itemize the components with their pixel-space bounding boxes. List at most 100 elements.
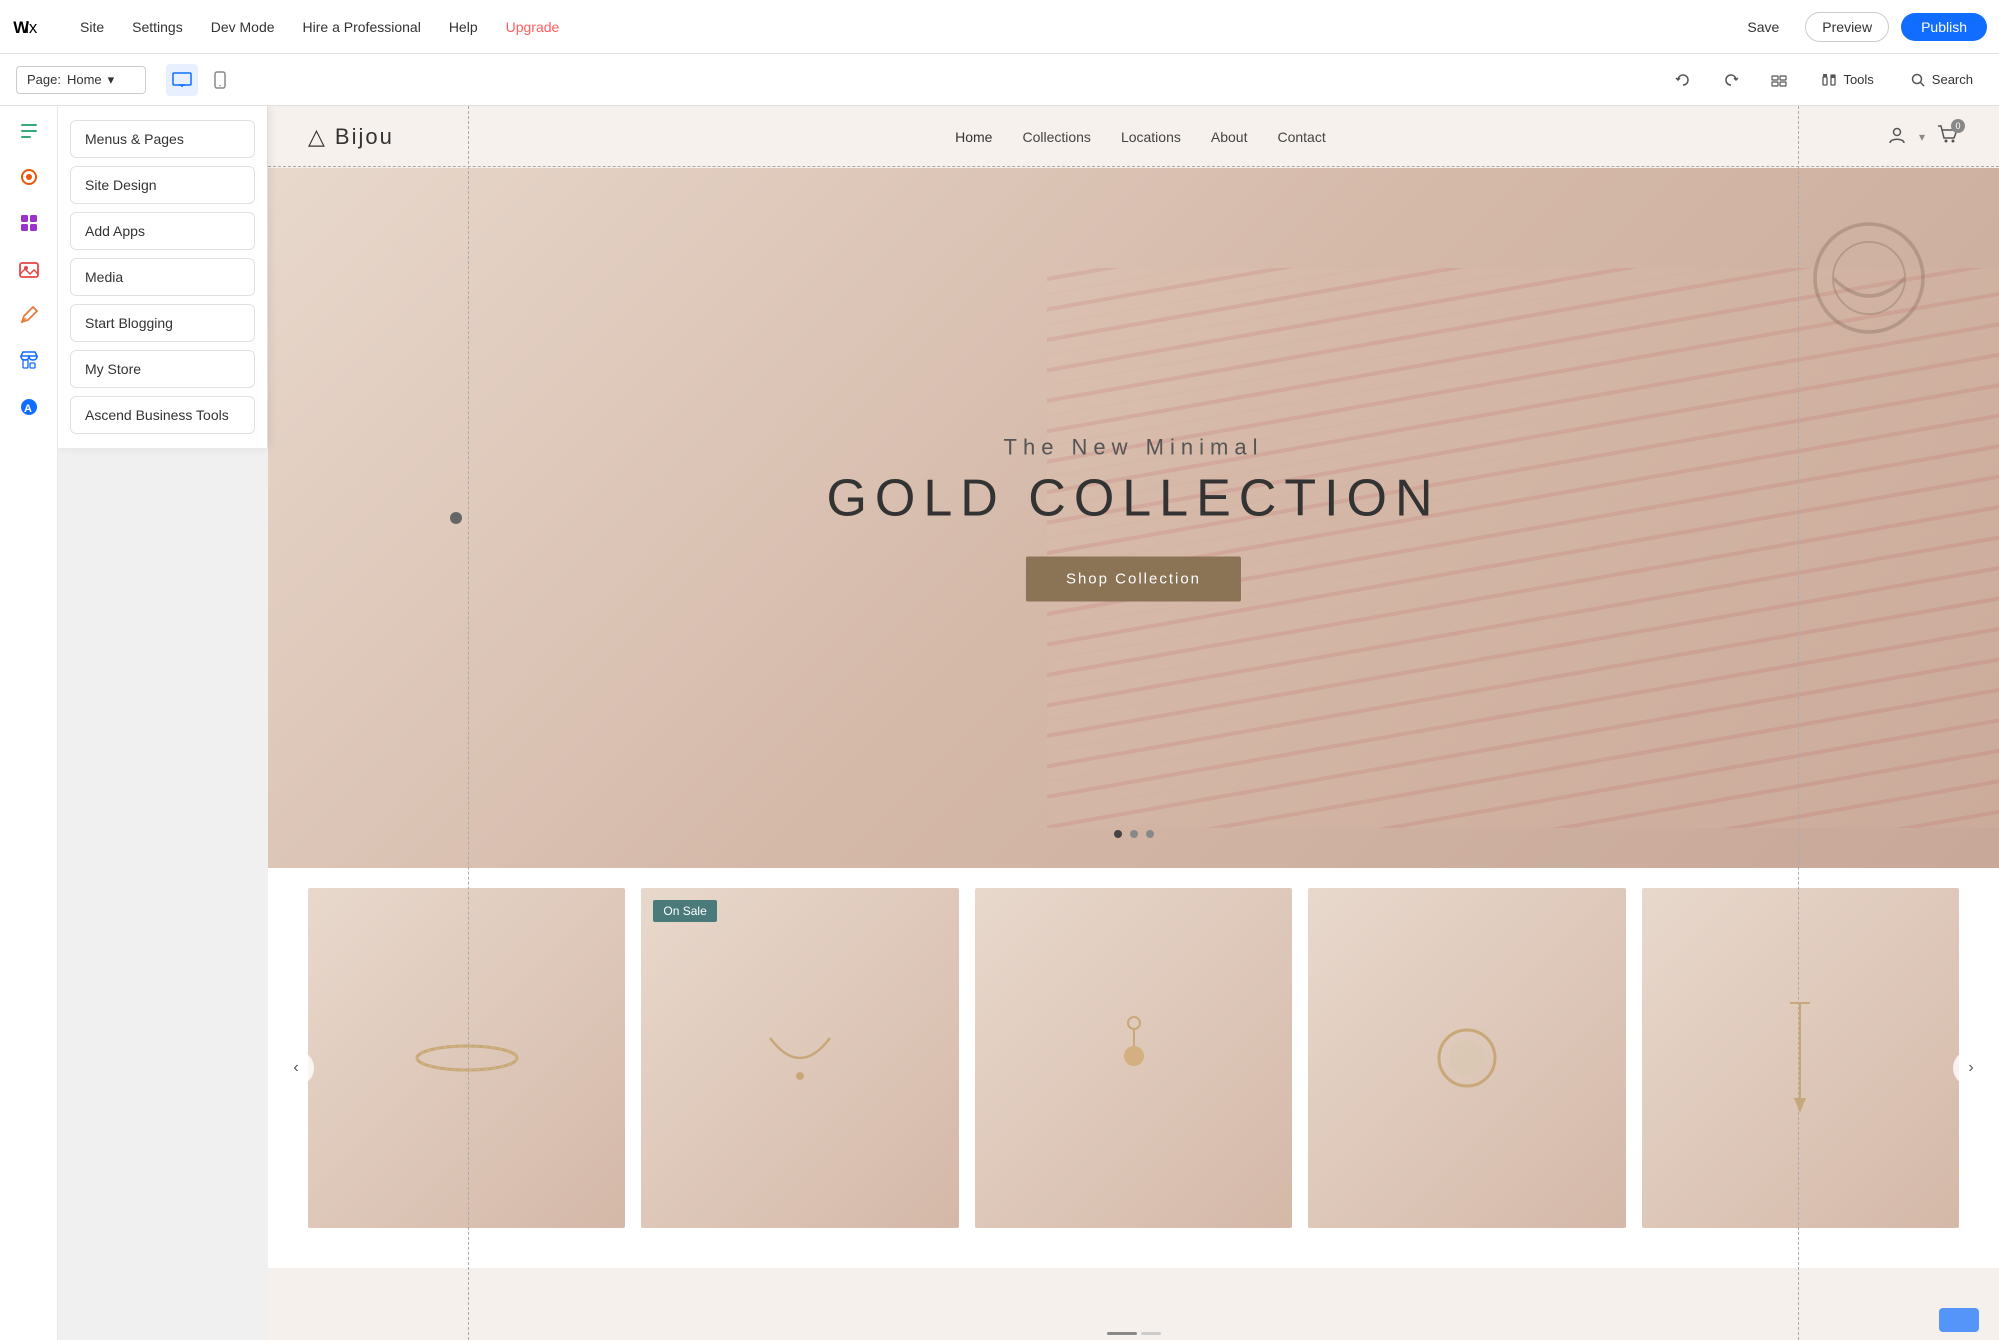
person-icon — [1887, 125, 1907, 145]
product-image-5 — [1642, 888, 1959, 1228]
account-icon[interactable] — [1887, 125, 1907, 150]
bracelet-icon — [407, 1028, 527, 1088]
bottom-scroll-indicator — [1107, 1332, 1161, 1335]
nav-dev-mode[interactable]: Dev Mode — [197, 0, 289, 54]
cart-icon-wrap[interactable]: 0 — [1937, 125, 1959, 150]
site-logo: △ Bijou — [308, 124, 394, 150]
save-button[interactable]: Save — [1733, 13, 1793, 41]
sidebar-media[interactable] — [8, 248, 50, 290]
on-sale-badge: On Sale — [653, 900, 716, 922]
undo-button[interactable] — [1667, 64, 1699, 96]
sidebar-blog[interactable] — [8, 294, 50, 336]
media-button[interactable]: Media — [70, 258, 255, 296]
shop-collection-button[interactable]: Shop Collection — [1026, 557, 1241, 602]
carousel-dot-2[interactable] — [1130, 830, 1138, 838]
scroll-indicator-2 — [1141, 1332, 1161, 1335]
necklace-decoration-icon — [1779, 188, 1959, 368]
site-nav-contact[interactable]: Contact — [1277, 129, 1325, 145]
add-apps-button[interactable]: Add Apps — [70, 212, 255, 250]
earring-icon — [1104, 1008, 1164, 1108]
products-next-button[interactable]: › — [1953, 1050, 1989, 1086]
wix-logo-icon: W ix — [12, 16, 48, 38]
desktop-device-button[interactable] — [166, 64, 198, 96]
ring-icon — [1427, 1008, 1507, 1108]
search-label: Search — [1932, 72, 1973, 87]
sidebar-menus-pages[interactable] — [8, 110, 50, 152]
svg-text:A: A — [24, 403, 32, 415]
logo-text: Bijou — [335, 124, 394, 150]
menus-pages-icon — [18, 120, 40, 142]
start-blogging-button[interactable]: Start Blogging — [70, 304, 255, 342]
product-card-3[interactable] — [975, 888, 1292, 1228]
site-nav: Home Collections Locations About Contact — [394, 129, 1887, 145]
nav-hire[interactable]: Hire a Professional — [289, 0, 435, 54]
zoom-button[interactable] — [1763, 64, 1795, 96]
zoom-icon — [1771, 72, 1787, 88]
mobile-device-button[interactable] — [204, 64, 236, 96]
page-selector[interactable]: Page: Home ▾ — [16, 66, 146, 94]
nav-upgrade[interactable]: Upgrade — [492, 0, 574, 54]
redo-icon — [1723, 72, 1739, 88]
sidebar-site-design[interactable] — [8, 156, 50, 198]
chevron-account-icon[interactable]: ▾ — [1919, 130, 1925, 144]
search-icon — [1910, 72, 1926, 88]
top-bar: W ix Site Settings Dev Mode Hire a Profe… — [0, 0, 1999, 54]
necklace-icon — [760, 1018, 840, 1098]
products-section: ‹ On Sale — [268, 868, 1999, 1268]
carousel-dot-1[interactable] — [1114, 830, 1122, 838]
site-nav-home[interactable]: Home — [955, 129, 992, 145]
jewelry-decoration — [1779, 188, 1959, 368]
product-card-4[interactable] — [1308, 888, 1625, 1228]
hero-content: The New Minimal GOLD COLLECTION Shop Col… — [826, 435, 1440, 602]
media-icon — [18, 258, 40, 280]
product-image-4 — [1308, 888, 1625, 1228]
product-image-3 — [975, 888, 1292, 1228]
bottom-right-hint[interactable] — [1939, 1308, 1979, 1332]
tools-button[interactable]: Tools — [1811, 67, 1883, 93]
site-header-right: ▾ 0 — [1887, 125, 1959, 150]
page-name: Home — [67, 72, 102, 87]
carousel-dot-3[interactable] — [1146, 830, 1154, 838]
long-necklace-icon — [1780, 998, 1820, 1118]
tools-icon — [1821, 72, 1837, 88]
website-preview: △ Bijou Home Collections Locations About… — [268, 106, 1999, 1340]
search-button[interactable]: Search — [1900, 67, 1983, 93]
nav-site[interactable]: Site — [66, 0, 118, 54]
hero-subtitle: The New Minimal — [826, 435, 1440, 461]
nav-help[interactable]: Help — [435, 0, 492, 54]
product-card-2[interactable]: On Sale — [641, 888, 958, 1228]
tools-label: Tools — [1843, 72, 1873, 87]
my-store-button[interactable]: My Store — [70, 350, 255, 388]
products-prev-button[interactable]: ‹ — [278, 1050, 314, 1086]
page-label: Page: — [27, 72, 61, 87]
site-nav-locations[interactable]: Locations — [1121, 129, 1181, 145]
carousel-drag-handle[interactable] — [450, 512, 462, 524]
nav-settings[interactable]: Settings — [118, 0, 197, 54]
site-design-icon — [18, 166, 40, 188]
sub-bar-right: Tools Search — [1667, 64, 1983, 96]
scroll-indicator-active — [1107, 1332, 1137, 1335]
redo-button[interactable] — [1715, 64, 1747, 96]
store-icon — [18, 350, 40, 372]
product-image-1 — [308, 888, 625, 1228]
site-nav-collections[interactable]: Collections — [1022, 129, 1090, 145]
canvas-area: △ Bijou Home Collections Locations About… — [268, 106, 1999, 1340]
sidebar-ascend[interactable]: A — [8, 386, 50, 428]
menus-pages-button[interactable]: Menus & Pages — [70, 120, 255, 158]
ascend-tools-button[interactable]: Ascend Business Tools — [70, 396, 255, 434]
hero-title: GOLD COLLECTION — [826, 469, 1440, 529]
wix-logo-wrap: W ix — [12, 16, 48, 38]
site-design-button[interactable]: Site Design — [70, 166, 255, 204]
product-card-1[interactable] — [308, 888, 625, 1228]
hero-section: The New Minimal GOLD COLLECTION Shop Col… — [268, 168, 1999, 868]
undo-icon — [1675, 72, 1691, 88]
sidebar-add-apps[interactable] — [8, 202, 50, 244]
site-nav-about[interactable]: About — [1211, 129, 1248, 145]
preview-button[interactable]: Preview — [1805, 12, 1889, 42]
publish-button[interactable]: Publish — [1901, 13, 1987, 41]
add-apps-icon — [18, 212, 40, 234]
product-card-5[interactable] — [1642, 888, 1959, 1228]
sidebar-store[interactable] — [8, 340, 50, 382]
left-sidebar: + — [0, 54, 58, 1340]
cart-badge: 0 — [1951, 119, 1965, 133]
